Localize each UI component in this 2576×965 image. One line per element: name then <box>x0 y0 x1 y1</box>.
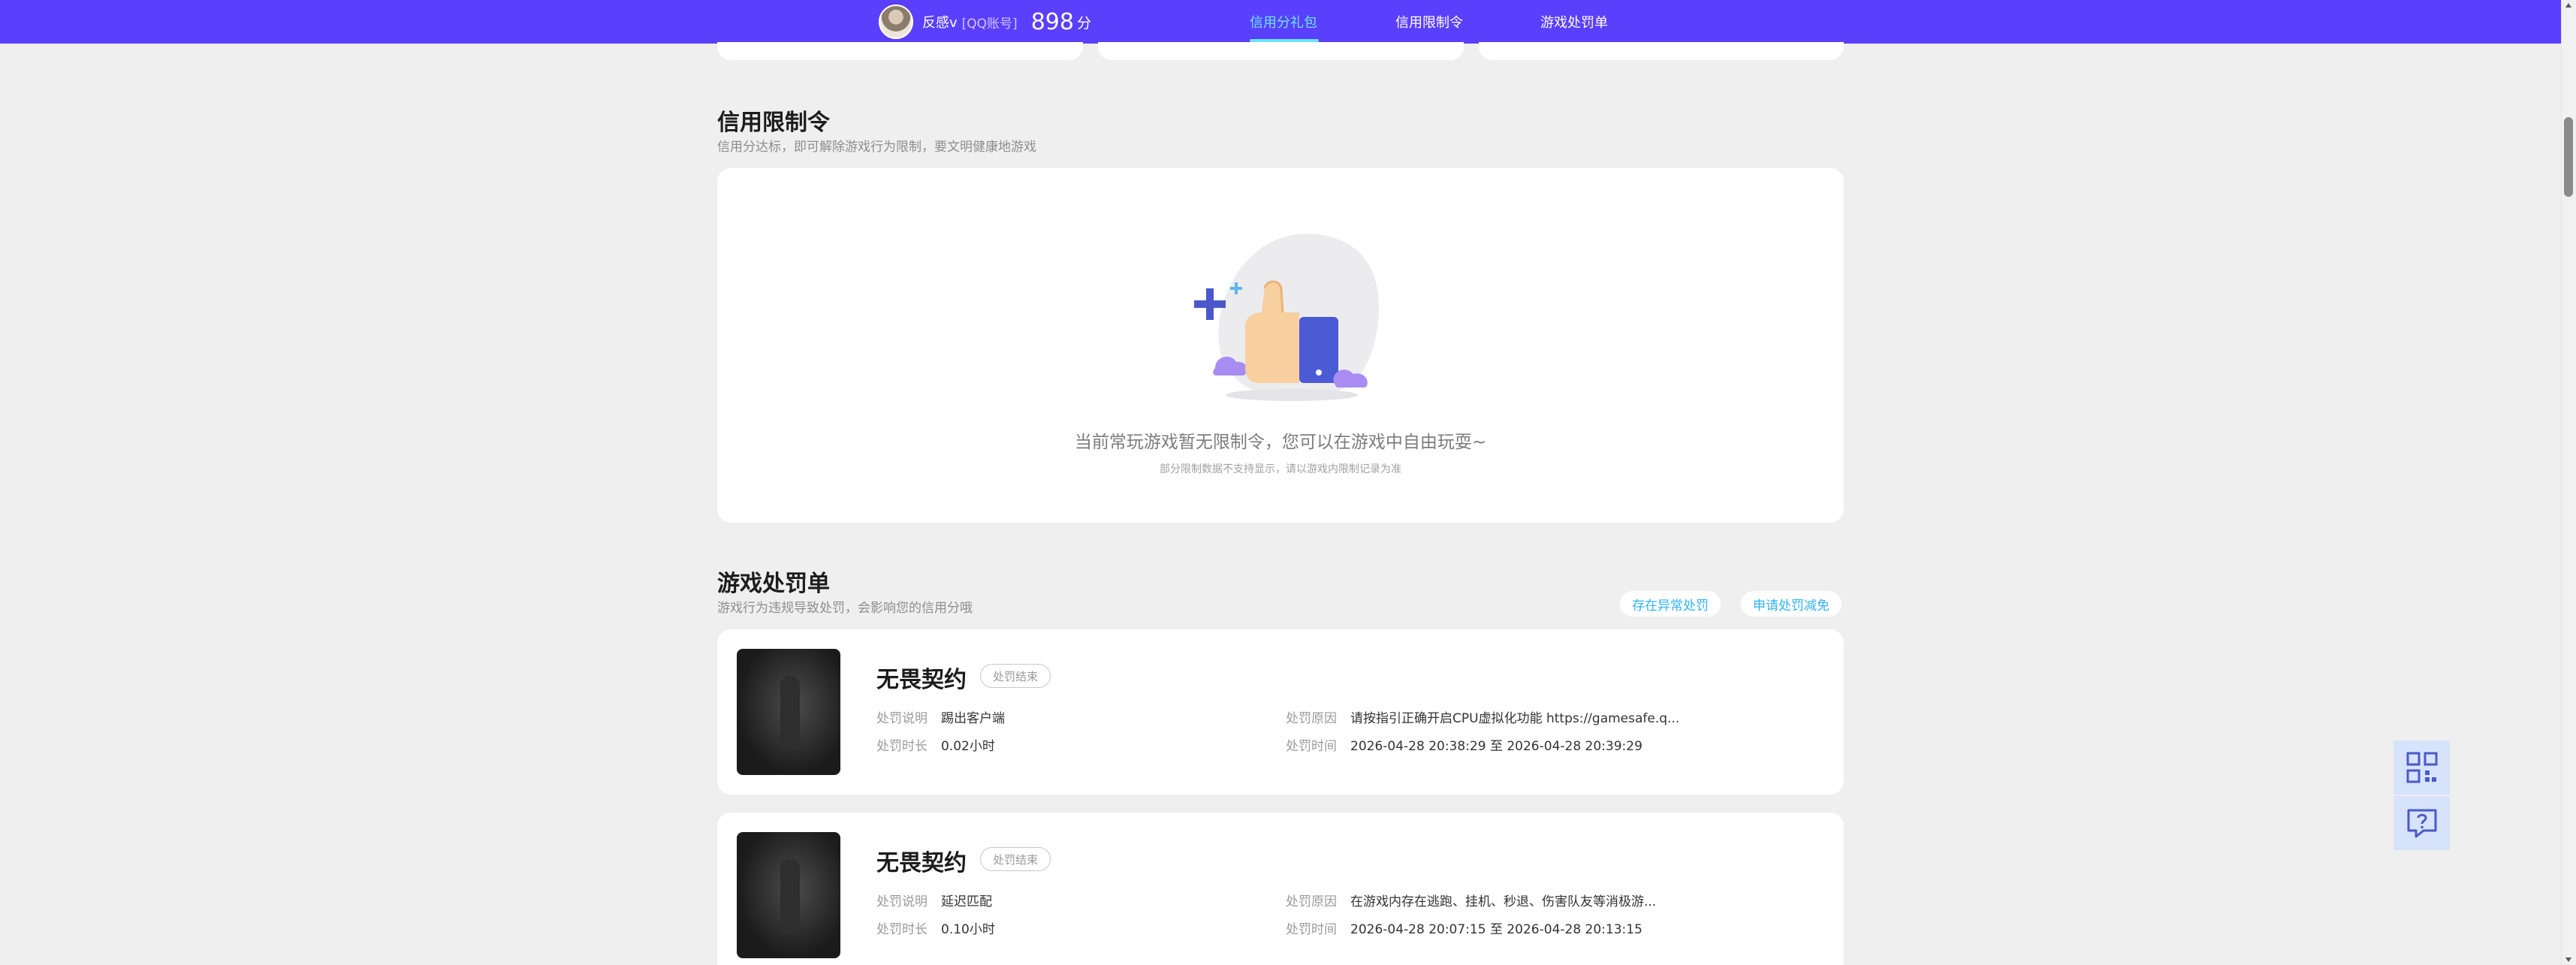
gift-card-bottom <box>1098 42 1464 60</box>
help-chat-icon <box>2407 809 2436 838</box>
penalty-time-value: 2026-04-28 20:07:15 至 2026-04-28 20:13:1… <box>1350 922 1642 937</box>
game-cover-image <box>737 832 840 958</box>
credit-score: 898 <box>1030 8 1074 35</box>
penalty-duration-value: 0.02小时 <box>941 739 995 754</box>
avatar[interactable] <box>879 5 913 39</box>
penalty-description-value: 延迟匹配 <box>941 894 992 909</box>
penalty-duration-label: 处罚时长 <box>876 739 928 754</box>
restriction-section-title: 信用限制令 <box>717 110 830 136</box>
penalty-time-label: 处罚时间 <box>1286 922 1337 937</box>
penalty-description-label: 处罚说明 <box>876 711 928 726</box>
gift-card-bottom <box>717 42 1083 60</box>
penalty-time-value: 2026-04-28 20:38:29 至 2026-04-28 20:39:2… <box>1350 739 1642 754</box>
penalty-description-value: 踢出客户端 <box>941 711 1005 726</box>
game-name: 无畏契约 <box>876 850 967 876</box>
scrollbar[interactable] <box>2561 0 2576 965</box>
empty-state-message: 当前常玩游戏暂无限制令，您可以在游戏中自由玩耍~ <box>1074 433 1487 452</box>
username: 反感v <box>922 15 958 31</box>
top-nav-bar: 反感v [QQ账号] 898 分 信用分礼包 信用限制令 游戏处罚单 <box>0 0 2561 44</box>
penalty-reason-value: 请按指引正确开启CPU虚拟化功能 https://gamesafe.q... <box>1350 711 1680 726</box>
penalty-card[interactable]: 无畏契约 处罚结束 处罚说明 踢出客户端 处罚时长 0.02小时 处罚原因 请按… <box>717 629 1844 795</box>
penalty-description-label: 处罚说明 <box>876 894 928 909</box>
penalty-description: 处罚说明 踢出客户端 <box>876 707 1005 726</box>
penalty-reason: 处罚原因 在游戏内存在逃跑、挂机、秒退、伤害队友等消极游... <box>1286 891 1656 909</box>
empty-state-note: 部分限制数据不支持显示，请以游戏内限制记录为准 <box>1160 463 1401 475</box>
game-name: 无畏契约 <box>876 667 967 693</box>
gift-card-bottom <box>1479 42 1844 60</box>
qr-code-button[interactable] <box>2394 740 2450 795</box>
penalty-reason-value: 在游戏内存在逃跑、挂机、秒退、伤害队友等消极游... <box>1350 894 1657 909</box>
account-tag: [QQ账号] <box>961 16 1018 32</box>
nav-game-penalty[interactable]: 游戏处罚单 <box>1540 0 1608 44</box>
credit-score-unit: 分 <box>1076 14 1091 32</box>
scrollbar-thumb[interactable] <box>2564 117 2573 197</box>
penalty-description: 处罚说明 延迟匹配 <box>876 891 992 909</box>
nav-credit-restriction[interactable]: 信用限制令 <box>1395 0 1463 44</box>
penalty-duration: 处罚时长 0.10小时 <box>876 918 995 937</box>
status-badge: 处罚结束 <box>980 847 1051 871</box>
status-badge: 处罚结束 <box>980 664 1051 688</box>
help-feedback-button[interactable] <box>2394 796 2450 850</box>
penalty-time: 处罚时间 2026-04-28 20:38:29 至 2026-04-28 20… <box>1286 735 1642 754</box>
thumbs-up-illustration <box>1194 234 1380 401</box>
scroll-down-arrow-icon[interactable] <box>2565 957 2571 962</box>
penalty-reason: 处罚原因 请按指引正确开启CPU虚拟化功能 https://gamesafe.q… <box>1286 707 1679 726</box>
penalty-time-label: 处罚时间 <box>1286 739 1337 754</box>
penalty-reason-label: 处罚原因 <box>1286 711 1337 726</box>
penalty-card[interactable]: 无畏契约 处罚结束 处罚说明 延迟匹配 处罚时长 0.10小时 处罚原因 在游戏… <box>717 813 1844 965</box>
penalty-section-subtitle: 游戏行为违规导致处罚，会影响您的信用分哦 <box>717 601 973 616</box>
penalty-duration-value: 0.10小时 <box>941 922 995 937</box>
user-info[interactable]: 反感v [QQ账号] 898 分 <box>879 3 1091 41</box>
game-cover-image <box>737 649 840 775</box>
restriction-section-subtitle: 信用分达标，即可解除游戏行为限制，要文明健康地游戏 <box>717 140 1036 155</box>
penalty-section-title: 游戏处罚单 <box>717 571 830 597</box>
penalty-reason-label: 处罚原因 <box>1286 894 1337 909</box>
restriction-empty-card: 当前常玩游戏暂无限制令，您可以在游戏中自由玩耍~ 部分限制数据不支持显示，请以游… <box>717 168 1844 523</box>
penalty-time: 处罚时间 2026-04-28 20:07:15 至 2026-04-28 20… <box>1286 918 1642 937</box>
scroll-up-arrow-icon[interactable] <box>2565 3 2571 8</box>
nav-credit-gift[interactable]: 信用分礼包 <box>1250 0 1317 44</box>
penalty-duration: 处罚时长 0.02小时 <box>876 735 995 754</box>
apply-reduction-button[interactable]: 申请处罚减免 <box>1741 591 1842 617</box>
qr-code-icon <box>2406 752 2437 783</box>
abnormal-penalty-button[interactable]: 存在异常处罚 <box>1620 591 1721 617</box>
penalty-duration-label: 处罚时长 <box>876 922 928 937</box>
